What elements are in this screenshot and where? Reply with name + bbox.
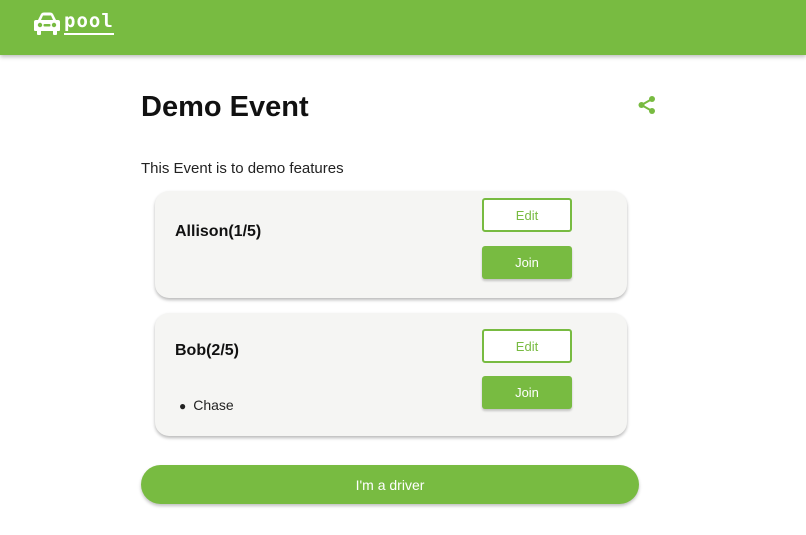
car-card: Allison(1/5) Edit Join (155, 191, 627, 298)
app-name: pool (64, 9, 114, 35)
car-card: Bob(2/5) Edit Join ● Chase (155, 313, 627, 436)
event-title: Demo Event (141, 91, 309, 123)
join-button[interactable]: Join (482, 246, 572, 279)
top-app-bar: pool (0, 0, 806, 55)
edit-button[interactable]: Edit (482, 198, 572, 232)
join-button[interactable]: Join (482, 376, 572, 409)
edit-button[interactable]: Edit (482, 329, 572, 363)
bullet-icon: ● (179, 399, 187, 413)
app-logo[interactable]: pool (32, 9, 114, 39)
event-description: This Event is to demo features (141, 160, 344, 177)
passenger-item: ● Chase (179, 397, 234, 414)
driver-name: Allison(1/5) (175, 223, 262, 240)
im-a-driver-button[interactable]: I'm a driver (141, 465, 639, 504)
passenger-name: Chase (193, 397, 234, 413)
car-icon (34, 12, 60, 35)
passenger-list: ● Chase (179, 397, 234, 414)
share-icon[interactable] (637, 95, 657, 115)
driver-name: Bob(2/5) (175, 342, 239, 359)
